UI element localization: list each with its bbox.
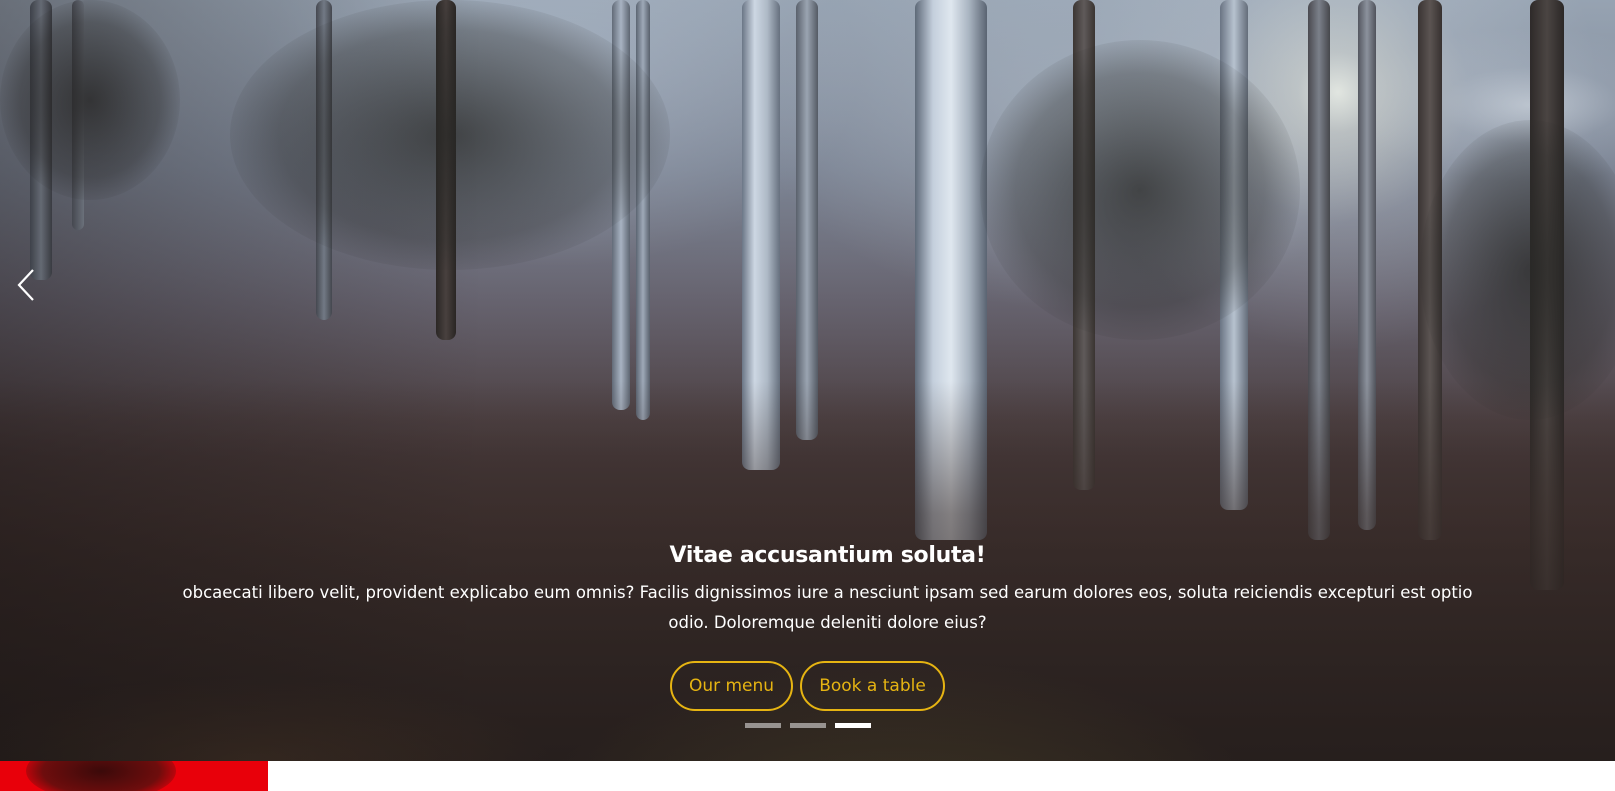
- slide-description: obcaecati libero velit, provident explic…: [182, 583, 1473, 632]
- next-section: [0, 761, 1615, 791]
- carousel-indicators: [0, 723, 1615, 728]
- our-menu-button[interactable]: Our menu: [670, 661, 793, 711]
- caption-buttons: Our menu Book a table: [0, 661, 1615, 711]
- slide-title: Vitae accusantium soluta!: [669, 543, 986, 568]
- background-shade: [0, 0, 1615, 761]
- chevron-left-icon: [17, 269, 34, 301]
- carousel-prev-button[interactable]: [10, 263, 42, 307]
- book-table-button[interactable]: Book a table: [800, 661, 945, 711]
- carousel-indicator-3[interactable]: [834, 723, 871, 728]
- carousel-indicator-2[interactable]: [789, 723, 826, 728]
- promo-image: [0, 761, 268, 791]
- carousel-caption: Vitae accusantium soluta! obcaecati libe…: [160, 538, 1495, 638]
- carousel-indicator-1[interactable]: [744, 723, 781, 728]
- hero-carousel: Vitae accusantium soluta! obcaecati libe…: [0, 0, 1615, 761]
